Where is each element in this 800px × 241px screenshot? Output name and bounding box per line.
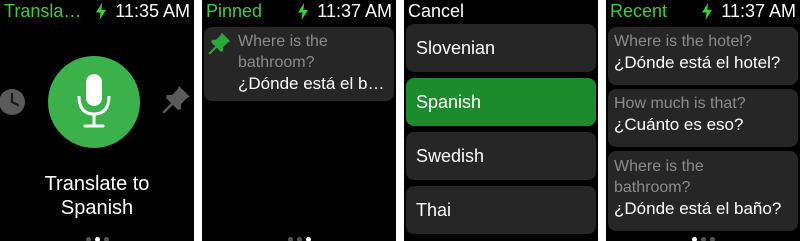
clock-time: 11:35 AM: [115, 1, 190, 21]
status-bar: Recent 11:37 AM: [606, 0, 800, 24]
clock-time: 11:37 AM: [721, 1, 796, 21]
clock-time: 11:37 AM: [317, 1, 392, 21]
phrase-question: Where is the: [238, 33, 328, 50]
charging-bolt-icon: [96, 3, 106, 20]
phrase-answer: ¿Cuánto es eso?: [614, 115, 744, 134]
language-option-slovenian[interactable]: Slovenian: [406, 24, 596, 72]
status-bar: Transla… 11:35 AM: [0, 0, 194, 24]
page-dot: [709, 237, 715, 241]
charging-bolt-icon: [298, 3, 308, 20]
phrase-question: Where is the hotel?: [614, 33, 752, 50]
page-dot: [287, 237, 293, 241]
phrase-answer: ¿Dónde está el hotel?: [614, 53, 781, 72]
phrase-question: How much is that?: [614, 95, 746, 112]
recent-phrase-card[interactable]: How much is that? ¿Cuánto es eso?: [608, 89, 798, 147]
screen-title: Recent: [610, 1, 668, 21]
status-bar: Pinned 11:37 AM: [202, 0, 396, 24]
pin-icon: [208, 32, 231, 55]
charging-bolt-icon: [702, 3, 712, 20]
phrase-question-cont: bathroom?: [238, 54, 315, 71]
phrase-question-cont: bathroom?: [614, 179, 691, 196]
phrase-answer: ¿Dónde está el baño?: [238, 74, 388, 93]
pinned-screen: Pinned 11:37 AM Where is the bathroom? ¿…: [202, 0, 396, 241]
target-language-label[interactable]: Spanish: [0, 196, 194, 220]
page-dot-active: [94, 237, 100, 241]
dictate-microphone-button[interactable]: [48, 56, 140, 148]
screen-title: Pinned: [206, 1, 263, 21]
page-dot-active: [691, 237, 697, 241]
recent-phrase-card[interactable]: Where is the hotel? ¿Dónde está el hotel…: [608, 27, 798, 85]
recent-phrase-card[interactable]: Where is the bathroom? ¿Dónde está el ba…: [608, 151, 798, 231]
language-option-spanish[interactable]: Spanish: [406, 78, 596, 126]
phrase-answer: ¿Dónde está el baño?: [614, 199, 782, 218]
translate-screen: Transla… 11:35 AM Translate to Spanish: [0, 0, 194, 241]
status-bar: Cancel: [404, 0, 598, 24]
page-dot: [700, 237, 706, 241]
clock-icon[interactable]: [0, 88, 28, 116]
phrase-question: Where is the: [614, 158, 704, 175]
pin-icon[interactable]: [162, 84, 192, 114]
app-title[interactable]: Transla…: [4, 1, 81, 22]
page-dot-active: [305, 237, 311, 241]
language-option-swedish[interactable]: Swedish: [406, 132, 596, 180]
pinned-phrase-card[interactable]: Where is the bathroom? ¿Dónde está el ba…: [204, 27, 394, 101]
page-dot: [85, 237, 91, 241]
language-option-thai[interactable]: Thai: [406, 186, 596, 234]
language-picker-screen: Cancel Slovenian Spanish Swedish Thai: [404, 0, 598, 241]
page-dot: [103, 237, 109, 241]
page-dot: [296, 237, 302, 241]
recent-screen: Recent 11:37 AM Where is the hotel? ¿Dón…: [606, 0, 800, 241]
page-indicator: [0, 229, 194, 241]
cancel-button[interactable]: Cancel: [408, 1, 464, 22]
translate-to-label: Translate to: [44, 173, 150, 195]
page-indicator: [202, 229, 396, 241]
page-indicator: [606, 229, 800, 241]
microphone-icon: [77, 74, 111, 128]
